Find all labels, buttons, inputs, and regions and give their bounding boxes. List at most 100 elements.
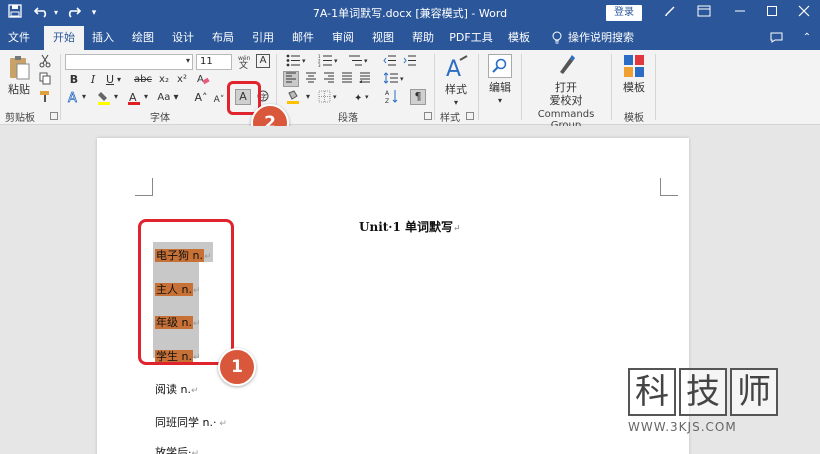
watermark: 科技师 WWW.3KJS.COM bbox=[628, 368, 788, 434]
line-spacing-icon[interactable]: ▾ bbox=[382, 72, 408, 88]
align-center-icon[interactable] bbox=[304, 72, 318, 87]
asian-layout-icon[interactable]: ✦ ▾ bbox=[352, 90, 374, 107]
paragraph-launcher-icon[interactable] bbox=[424, 112, 432, 120]
cut-icon[interactable] bbox=[38, 54, 52, 72]
clipboard-group-label: 剪贴板 bbox=[5, 113, 35, 124]
styles-dropdown-icon[interactable]: ▾ bbox=[440, 96, 472, 110]
tab-view[interactable]: 视图 bbox=[368, 26, 398, 50]
underline-dropdown-icon[interactable]: ▾ bbox=[115, 73, 123, 87]
minimize-icon[interactable] bbox=[728, 4, 752, 22]
paste-icon[interactable] bbox=[6, 54, 32, 80]
multilevel-list-icon[interactable]: ▾ bbox=[346, 54, 372, 71]
save-icon[interactable] bbox=[6, 4, 24, 22]
justify-icon[interactable] bbox=[340, 72, 354, 87]
template-icon[interactable] bbox=[622, 54, 646, 82]
ribbon-display-icon[interactable] bbox=[694, 4, 714, 22]
styles-icon[interactable]: A bbox=[440, 54, 472, 86]
format-painter-icon[interactable] bbox=[38, 90, 52, 107]
step-badge-1: 1 bbox=[218, 348, 256, 386]
proofread-icon[interactable] bbox=[554, 54, 578, 80]
phonetic-guide-icon[interactable]: wén 文 bbox=[236, 53, 252, 74]
template-button[interactable]: 模板 bbox=[618, 81, 650, 95]
svg-text:A: A bbox=[446, 57, 461, 82]
crop-mark-left bbox=[135, 178, 153, 196]
borders-icon[interactable]: ▾ bbox=[316, 90, 342, 107]
distributed-icon[interactable] bbox=[358, 72, 372, 87]
tab-mailings[interactable]: 邮件 bbox=[288, 26, 318, 50]
clear-formatting-icon[interactable]: A bbox=[196, 72, 210, 90]
watermark-char: 师 bbox=[730, 368, 778, 416]
font-name-input[interactable] bbox=[65, 54, 193, 70]
svg-text:▾: ▾ bbox=[365, 93, 369, 101]
customize-toolbar-icon[interactable]: ▾ bbox=[88, 4, 100, 22]
close-icon[interactable] bbox=[792, 4, 816, 22]
svg-text:▾: ▾ bbox=[302, 57, 306, 65]
clipboard-launcher-icon[interactable] bbox=[50, 112, 58, 120]
shading-icon[interactable] bbox=[284, 90, 306, 108]
tab-review[interactable]: 审阅 bbox=[328, 26, 358, 50]
sort-icon[interactable]: AZ bbox=[384, 89, 400, 108]
align-left-button[interactable] bbox=[283, 71, 299, 87]
grow-font-icon[interactable]: A˄ bbox=[194, 91, 208, 105]
styles-launcher-icon[interactable] bbox=[466, 112, 474, 120]
svg-text:▾: ▾ bbox=[334, 57, 338, 65]
svg-text:字: 字 bbox=[260, 92, 267, 101]
list-item[interactable]: 放学后·↵ bbox=[155, 444, 199, 454]
editing-button[interactable]: 编辑 bbox=[484, 81, 516, 95]
list-item[interactable]: 阅读 n.↵ bbox=[155, 381, 199, 397]
tab-help[interactable]: 帮助 bbox=[408, 26, 438, 50]
tab-template[interactable]: 模板 bbox=[504, 26, 534, 50]
tab-references[interactable]: 引用 bbox=[248, 26, 278, 50]
font-name-dropdown-icon[interactable]: ▾ bbox=[183, 54, 193, 68]
comments-icon[interactable] bbox=[766, 26, 786, 50]
editing-dropdown-icon[interactable]: ▾ bbox=[484, 94, 516, 108]
copy-icon[interactable] bbox=[38, 72, 52, 89]
shading-dropdown-icon[interactable]: ▾ bbox=[304, 90, 312, 104]
tell-me-search[interactable]: 操作说明搜索 bbox=[568, 26, 634, 50]
separator bbox=[655, 54, 656, 120]
strikethrough-icon[interactable]: abc bbox=[134, 73, 152, 87]
lightbulb-icon[interactable] bbox=[549, 26, 565, 50]
tab-pdf-tools[interactable]: PDF工具 bbox=[448, 26, 494, 50]
open-proofread-line2[interactable]: 爱校对 bbox=[540, 94, 592, 108]
tab-draw[interactable]: 绘图 bbox=[128, 26, 158, 50]
tab-insert[interactable]: 插入 bbox=[88, 26, 118, 50]
superscript-icon[interactable]: x² bbox=[175, 73, 189, 87]
svg-text:▾: ▾ bbox=[333, 93, 337, 101]
tab-home[interactable]: 开始 bbox=[44, 26, 84, 50]
tab-file[interactable]: 文件 bbox=[4, 26, 34, 50]
pen-icon[interactable] bbox=[660, 4, 680, 22]
undo-dropdown-icon[interactable]: ▾ bbox=[51, 4, 61, 22]
redo-icon[interactable] bbox=[64, 4, 82, 22]
italic-icon[interactable]: I bbox=[87, 73, 99, 87]
login-button[interactable]: 登录 bbox=[606, 5, 642, 21]
styles-button[interactable]: 样式 bbox=[440, 83, 472, 97]
show-formatting-marks-button[interactable]: ¶ bbox=[410, 89, 426, 105]
align-right-icon[interactable] bbox=[322, 72, 336, 87]
font-color-dropdown-icon[interactable]: ▾ bbox=[142, 90, 150, 104]
numbering-icon[interactable]: 1 2 3 ▾ bbox=[316, 54, 342, 71]
find-icon[interactable] bbox=[488, 54, 512, 78]
font-color-icon[interactable]: A bbox=[126, 90, 142, 110]
bold-icon[interactable]: B bbox=[68, 73, 80, 87]
undo-icon[interactable] bbox=[32, 4, 52, 22]
bullets-icon[interactable]: ▾ bbox=[284, 54, 310, 71]
decrease-indent-icon[interactable] bbox=[382, 54, 398, 71]
tab-layout[interactable]: 布局 bbox=[208, 26, 238, 50]
character-border-icon[interactable]: A bbox=[256, 54, 270, 68]
list-item[interactable]: 同班同学 n.· ↵ bbox=[155, 414, 227, 430]
highlight-dropdown-icon[interactable]: ▾ bbox=[112, 90, 120, 104]
tab-design[interactable]: 设计 bbox=[168, 26, 198, 50]
maximize-icon[interactable] bbox=[760, 4, 784, 22]
highlight-color-icon[interactable] bbox=[96, 90, 112, 110]
open-proofread-line1[interactable]: 打开 bbox=[540, 81, 592, 95]
paste-label[interactable]: 粘贴 bbox=[6, 83, 32, 97]
increase-indent-icon[interactable] bbox=[402, 54, 418, 71]
shrink-font-icon[interactable]: A˅ bbox=[213, 93, 225, 107]
share-icon[interactable]: ⌃ bbox=[800, 26, 814, 50]
text-effects-dropdown-icon[interactable]: ▾ bbox=[80, 90, 88, 104]
subscript-icon[interactable]: x₂ bbox=[157, 73, 171, 87]
font-size-input[interactable]: 11 bbox=[196, 54, 232, 70]
change-case-icon[interactable]: Aa ▾ bbox=[157, 91, 179, 105]
font-group-label: 字体 bbox=[150, 113, 170, 124]
